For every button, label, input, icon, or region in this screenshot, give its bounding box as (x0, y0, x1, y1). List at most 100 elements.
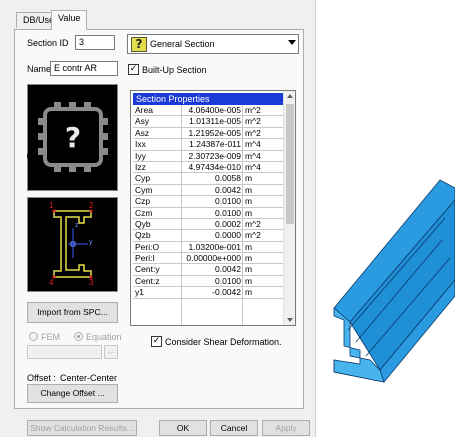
section-data-dialog: DB/User Value Section ID 3 ? General Sec… (0, 0, 316, 437)
change-offset-button[interactable]: Change Offset ... (27, 384, 118, 403)
table-row[interactable]: Peri:I 0.00000e+000 m (133, 253, 283, 265)
table-cell-value: 0.0058 (215, 173, 241, 184)
table-cell-unit: m (245, 287, 253, 298)
table-cell-name: Cent:z (135, 275, 160, 286)
scrollbar-thumb[interactable] (286, 104, 294, 224)
shear-deformation-checkbox[interactable]: ✓ (151, 336, 162, 347)
table-cell-name: Cym (135, 184, 153, 195)
fem-radio[interactable] (29, 332, 38, 341)
apply-button[interactable]: Apply (262, 420, 310, 436)
table-cell-name: Iyy (135, 150, 146, 161)
axis-label-y: y (89, 239, 93, 246)
chevron-down-icon (288, 40, 296, 45)
table-cell-value: 1.21952e-005 (188, 127, 241, 138)
table-cell-unit: m (245, 241, 253, 252)
column-divider (181, 105, 182, 325)
table-cell-name: Cent:y (135, 264, 160, 275)
section-shape-preview: ? (27, 84, 118, 191)
table-row[interactable]: Asz 1.21952e-005 m^2 (133, 127, 283, 140)
table-row[interactable]: Iyy 2.30723e-009 m^4 (133, 151, 283, 162)
section-profile-preview: 1 2 3 4 z y (27, 197, 118, 292)
table-row[interactable]: Czm 0.0100 m (133, 208, 283, 219)
table-cell-value: 1.24387e-011 (189, 139, 241, 150)
c-channel-profile-icon (52, 209, 93, 279)
cancel-button[interactable]: Cancel (210, 420, 258, 436)
table-cell-unit: m^2 (245, 116, 261, 127)
shear-deformation-label: Consider Shear Deformation. (165, 337, 282, 347)
table-cell-name: y1 (135, 287, 144, 298)
question-mark-icon: ? (131, 37, 147, 52)
table-row[interactable]: Ixx 1.24387e-011 m^4 (133, 139, 283, 151)
table-cell-value: 0.00000e+000 (186, 253, 241, 264)
fem-label: FEM (41, 332, 60, 342)
table-row[interactable]: Czp 0.0100 m (133, 196, 283, 208)
table-cell-value: 0.0042 (215, 264, 241, 275)
table-cell-unit: m (245, 173, 253, 184)
table-cell-name: Peri:I (135, 253, 155, 264)
section-properties-table[interactable]: Section Properties Area 4.06400e-005 m^2 As… (130, 90, 296, 326)
table-cell-value: 0.0000 (215, 230, 241, 241)
built-up-checkbox[interactable]: ✓ (128, 64, 139, 75)
table-cell-value: 0.0042 (215, 184, 241, 195)
table-row[interactable]: Cym 0.0042 m (133, 184, 283, 197)
section-id-input[interactable]: 3 (75, 35, 115, 50)
table-cell-name: Cyp (135, 173, 151, 184)
scroll-down-icon[interactable] (287, 318, 293, 322)
table-cell-value: 4.06400e-005 (188, 105, 241, 115)
table-cell-unit: m (245, 275, 253, 286)
table-row[interactable]: Cent:z 0.0100 m (133, 275, 283, 288)
table-cell-name: Czp (135, 196, 151, 207)
table-row[interactable]: y1 -0.0042 m (133, 287, 283, 299)
table-cell-value: 0.0002 (215, 218, 241, 229)
vertical-scrollbar[interactable] (283, 91, 295, 325)
table-row[interactable]: Cent:y 0.0042 m (133, 264, 283, 276)
table-row[interactable]: Asy 1.01311e-005 m^2 (133, 116, 283, 128)
point-label-4: 4 (49, 278, 54, 287)
equation-browse-button[interactable]: ... (104, 345, 118, 359)
table-cell-name: Asy (135, 116, 150, 127)
table-cell-value: -0.0042 (212, 287, 241, 298)
section-type-select[interactable]: ? General Section (127, 34, 299, 54)
table-row[interactable]: Peri:O 1.03200e-001 m (133, 241, 283, 254)
equation-field[interactable] (27, 345, 102, 359)
offset-value: Center-Center (60, 373, 118, 383)
point-label-3: 3 (89, 278, 94, 287)
table-cell-value: 4.97434e-010 (188, 161, 241, 172)
table-cell-unit: m^4 (245, 161, 261, 172)
equation-label: Equation (86, 332, 122, 342)
table-row[interactable]: Area 4.06400e-005 m^2 (133, 105, 283, 117)
offset-label: Offset : (27, 373, 56, 383)
show-calculation-results-button[interactable]: Show Calculation Results... (27, 420, 137, 436)
table-cell-value: 0.0100 (215, 275, 241, 286)
svg-text:?: ? (65, 121, 81, 154)
name-input[interactable]: E contr AR (50, 61, 118, 76)
table-row[interactable]: Qzb 0.0000 m^2 (133, 230, 283, 242)
tab-value[interactable]: Value (51, 10, 88, 30)
ok-button[interactable]: OK (159, 420, 207, 436)
axis-label-z: z (75, 222, 79, 229)
table-cell-name: Area (135, 105, 153, 115)
point-label-1: 1 (49, 201, 54, 210)
table-cell-name: Asz (135, 127, 150, 138)
name-label: Name (27, 64, 52, 74)
table-cell-unit: m (245, 207, 253, 218)
table-row[interactable]: Cyp 0.0058 m (133, 173, 283, 185)
table-cell-unit: m (245, 184, 253, 195)
table-cell-name: Qzb (135, 230, 151, 241)
table-row[interactable]: Qyb 0.0002 m^2 (133, 218, 283, 231)
column-divider (242, 105, 243, 325)
equation-radio[interactable] (74, 332, 83, 341)
section-type-value: General Section (150, 39, 215, 49)
table-cell-unit: m (245, 196, 253, 207)
section-id-label: Section ID (27, 38, 69, 48)
point-label-2: 2 (89, 201, 94, 210)
table-header: Section Properties (133, 93, 283, 105)
table-cell-unit: m (245, 264, 253, 275)
table-cell-name: Czm (135, 207, 153, 218)
scroll-up-icon[interactable] (287, 94, 293, 98)
table-row[interactable]: Izz 4.97434e-010 m^4 (133, 161, 283, 174)
import-from-spc-button[interactable]: Import from SPC... (27, 302, 118, 323)
table-cell-value: 0.0100 (215, 196, 241, 207)
table-cell-unit: m^4 (245, 139, 261, 150)
table-cell-unit: m^2 (245, 127, 261, 138)
